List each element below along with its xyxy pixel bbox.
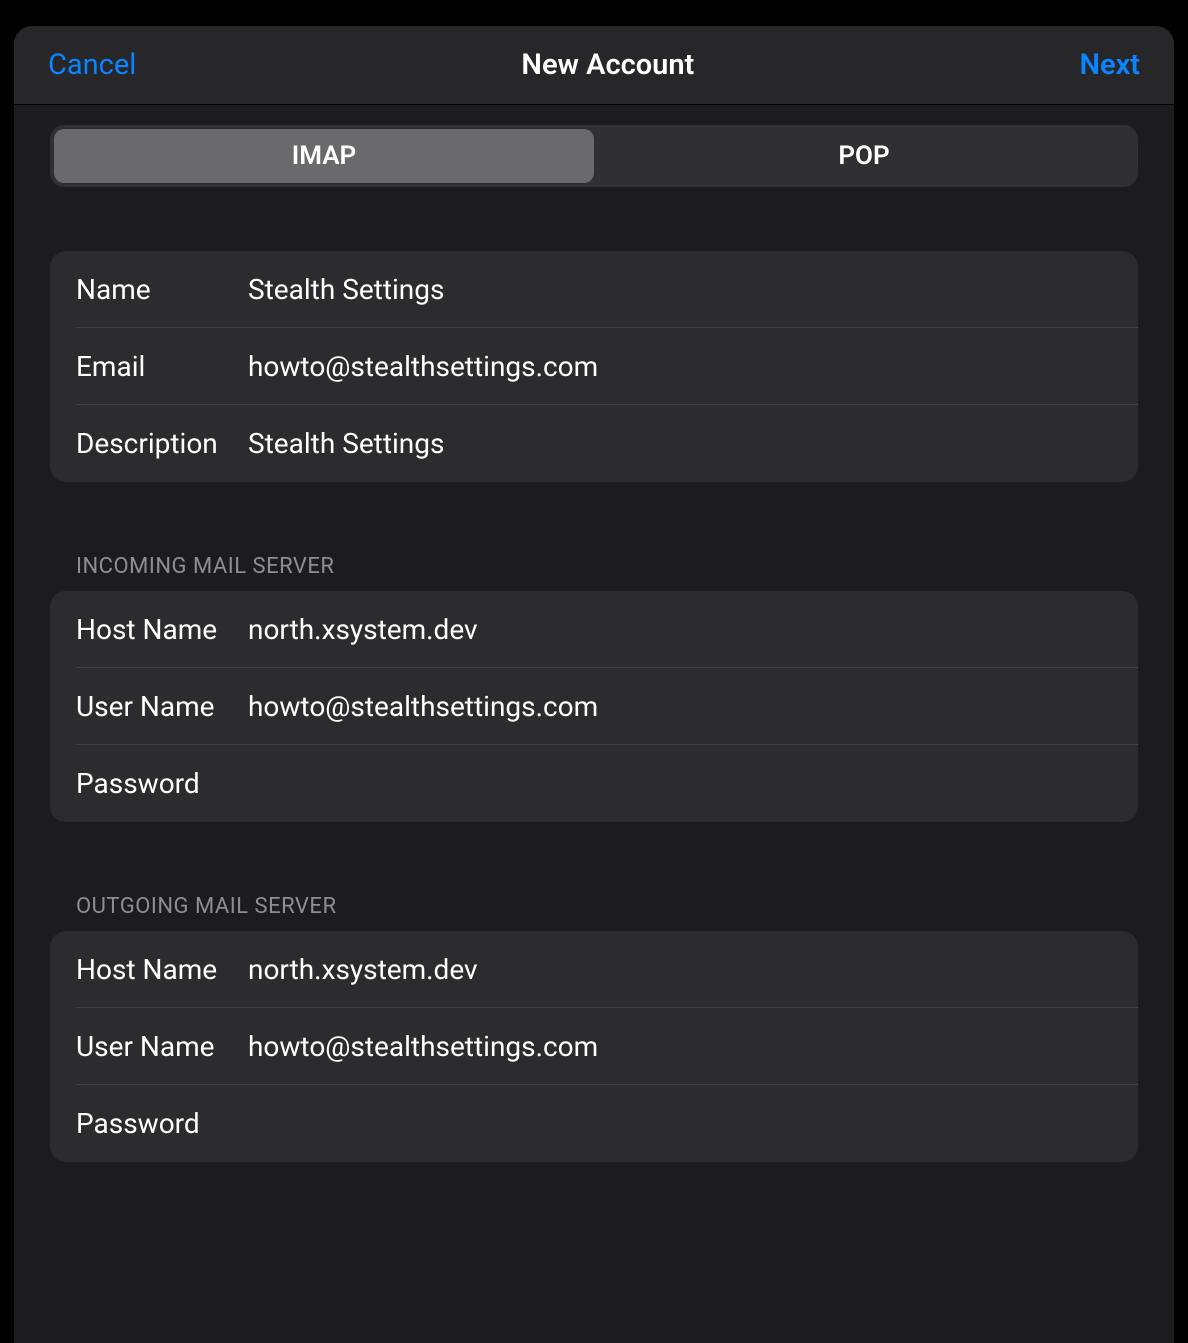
outgoing-user-label: User Name bbox=[76, 1030, 248, 1063]
outgoing-host-row: Host Name bbox=[50, 931, 1138, 1008]
name-input[interactable] bbox=[248, 273, 1112, 306]
outgoing-host-input[interactable] bbox=[248, 953, 1112, 986]
segment-pop[interactable]: POP bbox=[594, 129, 1134, 183]
incoming-user-label: User Name bbox=[76, 690, 248, 723]
incoming-host-row: Host Name bbox=[50, 591, 1138, 668]
outgoing-password-input[interactable] bbox=[248, 1107, 1112, 1140]
incoming-server-group: Host Name User Name Password bbox=[50, 591, 1138, 822]
modal-content: IMAP POP Name Email Description INCOMING… bbox=[14, 105, 1174, 1162]
outgoing-password-label: Password bbox=[76, 1107, 248, 1140]
incoming-password-input[interactable] bbox=[248, 767, 1112, 800]
segment-imap[interactable]: IMAP bbox=[54, 129, 594, 183]
outgoing-section-header: OUTGOING MAIL SERVER bbox=[50, 894, 1138, 931]
next-button[interactable]: Next bbox=[1079, 48, 1140, 82]
name-row: Name bbox=[50, 251, 1138, 328]
outgoing-user-row: User Name bbox=[50, 1008, 1138, 1085]
incoming-section-header: INCOMING MAIL SERVER bbox=[50, 554, 1138, 591]
email-input[interactable] bbox=[248, 350, 1112, 383]
outgoing-server-group: Host Name User Name Password bbox=[50, 931, 1138, 1162]
cancel-button[interactable]: Cancel bbox=[48, 48, 136, 82]
outgoing-user-input[interactable] bbox=[248, 1030, 1112, 1063]
new-account-modal: Cancel New Account Next IMAP POP Name Em… bbox=[14, 26, 1174, 1343]
incoming-user-input[interactable] bbox=[248, 690, 1112, 723]
description-label: Description bbox=[76, 427, 248, 460]
email-label: Email bbox=[76, 350, 248, 383]
modal-title: New Account bbox=[521, 48, 694, 82]
outgoing-host-label: Host Name bbox=[76, 953, 248, 986]
account-info-group: Name Email Description bbox=[50, 251, 1138, 482]
description-row: Description bbox=[50, 405, 1138, 482]
outgoing-password-row: Password bbox=[50, 1085, 1138, 1162]
name-label: Name bbox=[76, 273, 248, 306]
description-input[interactable] bbox=[248, 427, 1112, 460]
incoming-host-label: Host Name bbox=[76, 613, 248, 646]
incoming-user-row: User Name bbox=[50, 668, 1138, 745]
modal-header: Cancel New Account Next bbox=[14, 26, 1174, 105]
incoming-password-row: Password bbox=[50, 745, 1138, 822]
incoming-host-input[interactable] bbox=[248, 613, 1112, 646]
email-row: Email bbox=[50, 328, 1138, 405]
incoming-password-label: Password bbox=[76, 767, 248, 800]
protocol-segmented-control: IMAP POP bbox=[50, 125, 1138, 187]
